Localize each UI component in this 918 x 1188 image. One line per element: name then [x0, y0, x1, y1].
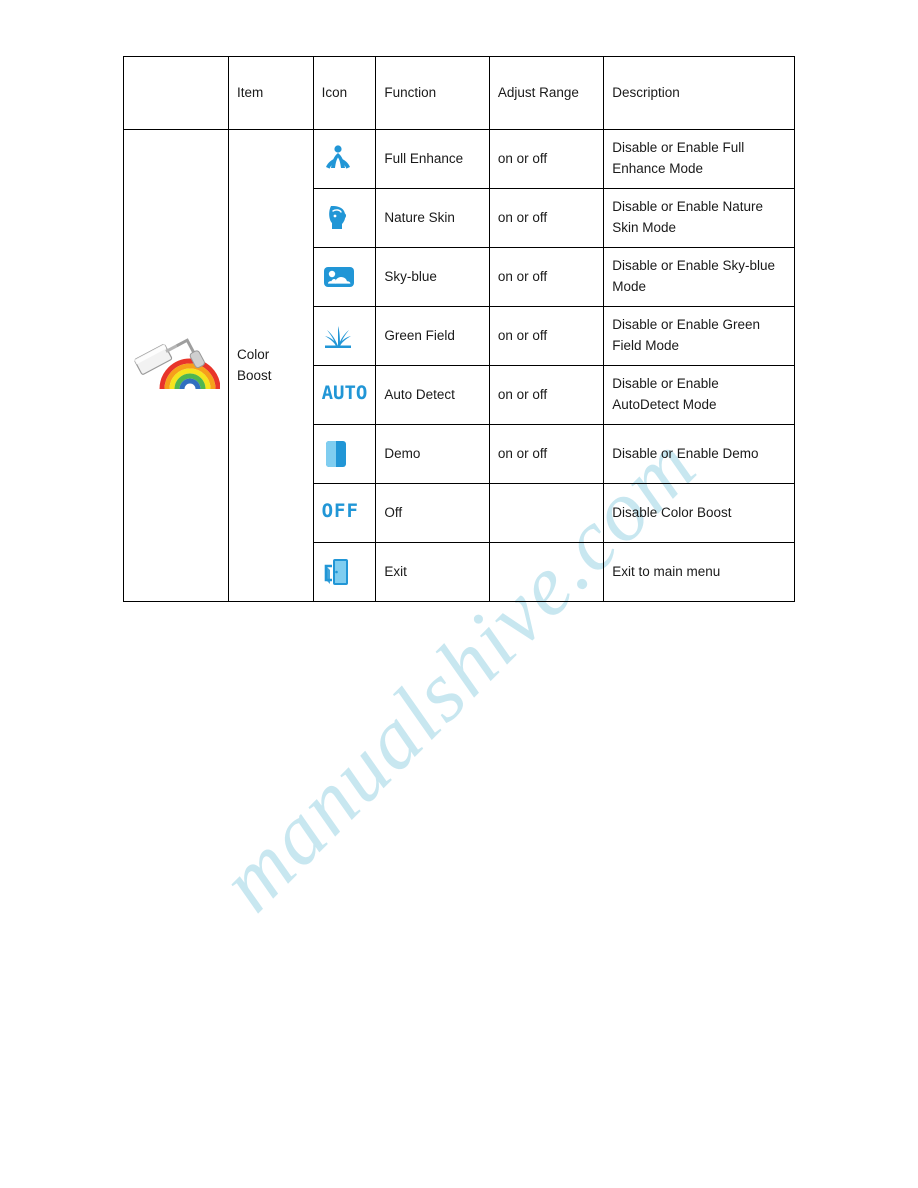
description-cell: Disable or Enable Demo	[603, 424, 795, 484]
icon-cell	[312, 424, 377, 484]
description-line1: Disable or Enable Full	[612, 140, 745, 156]
function-cell: Nature Skin	[375, 188, 490, 248]
header-description: Description	[603, 56, 795, 130]
full-enhance-icon	[322, 144, 354, 174]
description-line1: Disable or Enable Nature	[612, 199, 764, 215]
description-line1: Disable or Enable	[612, 376, 719, 392]
function-cell: Off	[375, 483, 490, 543]
header-adjust-range: Adjust Range	[488, 56, 605, 130]
description-cell: Disable or Enable Full Enhance Mode	[603, 129, 795, 189]
header-item: Item	[228, 56, 314, 130]
description-line2: Mode	[612, 279, 646, 294]
description-cell: Disable or Enable Nature Skin Mode	[603, 188, 795, 248]
adjust-range-cell: on or off	[488, 247, 605, 307]
adjust-range-cell: on or off	[488, 188, 605, 248]
icon-cell: AUTO	[312, 365, 377, 425]
description-line1: Disable or Enable Green	[612, 317, 761, 333]
description-cell: Disable Color Boost	[603, 483, 795, 543]
icon-cell: OFF	[312, 483, 377, 543]
function-cell: Demo	[375, 424, 490, 484]
icon-cell	[312, 188, 377, 248]
adjust-range-cell: on or off	[488, 129, 605, 189]
function-cell: Exit	[375, 542, 490, 602]
paint-roller-rainbow-icon	[132, 335, 221, 397]
color-boost-spec-table: Item Icon Function Adjust Range Descript…	[123, 56, 795, 602]
adjust-range-cell: on or off	[488, 306, 605, 366]
description-line2: AutoDetect Mode	[612, 397, 717, 412]
icon-cell	[312, 306, 377, 366]
adjust-range-cell: on or off	[488, 424, 605, 484]
adjust-range-cell	[488, 542, 605, 602]
description-line2: Field Mode	[612, 338, 679, 353]
green-field-icon	[322, 322, 354, 350]
exit-icon	[322, 556, 352, 588]
group-icon-cell	[123, 129, 229, 602]
description-cell: Disable or Enable Green Field Mode	[603, 306, 795, 366]
function-cell: Sky-blue	[375, 247, 490, 307]
header-icon: Icon	[312, 56, 377, 130]
nature-skin-icon	[322, 203, 354, 233]
description-cell: Disable or Enable Sky-blue Mode	[603, 247, 795, 307]
function-cell: Auto Detect	[375, 365, 490, 425]
icon-cell	[312, 129, 377, 189]
description-line1: Disable or Enable Sky-blue	[612, 258, 776, 274]
adjust-range-cell	[488, 483, 605, 543]
adjust-range-cell: on or off	[488, 365, 605, 425]
group-item-label-line2: Boost	[237, 367, 272, 383]
header-blank	[123, 56, 229, 130]
function-cell: Full Enhance	[375, 129, 490, 189]
function-cell: Green Field	[375, 306, 490, 366]
auto-detect-icon: AUTO	[321, 382, 368, 405]
table-header-row: Item Icon Function Adjust Range Descript…	[123, 56, 795, 130]
group-item-cell: Color Boost	[228, 129, 314, 602]
off-icon: OFF	[321, 500, 359, 523]
group-item-label-line1: Color	[237, 346, 270, 362]
description-line2: Skin Mode	[612, 220, 676, 235]
table-row: Color Boost Full Enhance on or off Disab…	[123, 129, 795, 602]
description-cell: Disable or Enable AutoDetect Mode	[603, 365, 795, 425]
description-line2: Enhance Mode	[612, 161, 704, 176]
sky-blue-icon	[322, 263, 356, 291]
icon-cell	[312, 247, 377, 307]
demo-icon	[322, 438, 350, 470]
description-cell: Exit to main menu	[603, 542, 795, 602]
icon-cell	[312, 542, 377, 602]
header-function: Function	[375, 56, 490, 130]
